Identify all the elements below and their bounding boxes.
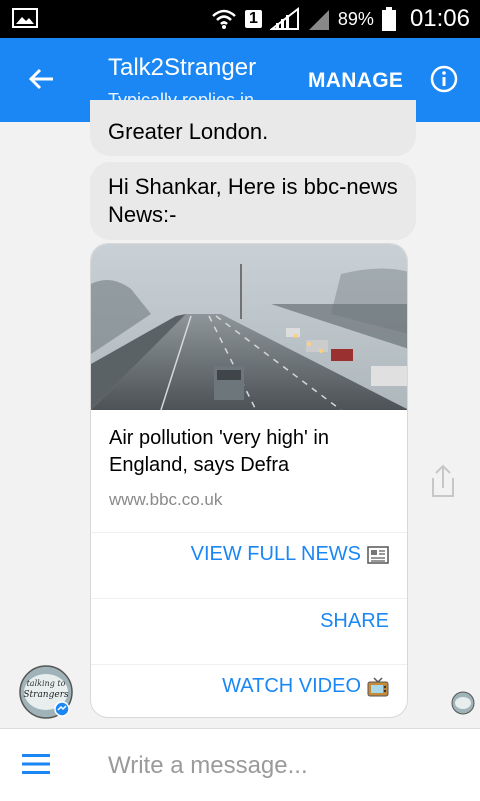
message-bubble[interactable]: Hi Shankar, Here is bbc-news News:- — [90, 162, 416, 240]
watch-video-button[interactable]: WATCH VIDEO — [222, 675, 389, 698]
share-button[interactable]: SHARE — [320, 610, 389, 633]
message-composer — [0, 728, 480, 801]
avatar-text-2: Strangers — [23, 690, 69, 700]
signal-icon — [269, 7, 299, 30]
news-image[interactable] — [91, 244, 408, 410]
message-bubble[interactable]: Greater London. — [90, 100, 416, 156]
sim-slot-badge: 1 — [245, 10, 262, 28]
message-text: Hi Shankar, Here is bbc-news News:- — [108, 174, 398, 227]
divider — [91, 598, 407, 599]
news-card: Air pollution 'very high' in England, sa… — [90, 243, 408, 718]
share-label: SHARE — [320, 610, 389, 632]
clock: 01:06 — [409, 5, 470, 32]
divider — [91, 664, 407, 665]
menu-icon[interactable] — [22, 753, 50, 775]
read-receipt-avatar — [451, 691, 475, 715]
back-arrow-icon[interactable] — [26, 64, 56, 94]
gallery-icon — [12, 8, 38, 28]
avatar-image: talking to Strangers — [19, 665, 73, 719]
message-text: Greater London. — [108, 119, 269, 144]
status-bar: 1 89% 01:06 — [0, 0, 480, 38]
newspaper-icon — [367, 545, 389, 564]
sender-avatar[interactable]: talking to Strangers — [18, 664, 74, 720]
view-full-news-button[interactable]: VIEW FULL NEWS — [191, 543, 389, 566]
news-source: www.bbc.co.uk — [109, 490, 223, 509]
share-icon[interactable] — [425, 462, 461, 500]
avatar-text-1: talking to — [27, 679, 66, 688]
divider — [91, 532, 407, 533]
conversation-title[interactable]: Talk2Stranger — [108, 54, 256, 82]
news-headline[interactable]: Air pollution 'very high' in England, sa… — [109, 425, 389, 479]
battery-icon — [381, 7, 396, 31]
battery-percentage: 89% — [337, 8, 374, 29]
manage-button[interactable]: MANAGE — [308, 69, 403, 93]
message-input[interactable] — [106, 747, 460, 785]
status-indicators: 1 89% 01:06 — [211, 0, 470, 38]
view-full-news-label: VIEW FULL NEWS — [190, 543, 361, 565]
watch-video-label: WATCH VIDEO — [222, 675, 361, 697]
tv-icon — [367, 676, 389, 696]
signal-secondary-icon — [308, 10, 329, 30]
wifi-icon — [212, 9, 236, 29]
info-icon[interactable] — [430, 65, 458, 93]
